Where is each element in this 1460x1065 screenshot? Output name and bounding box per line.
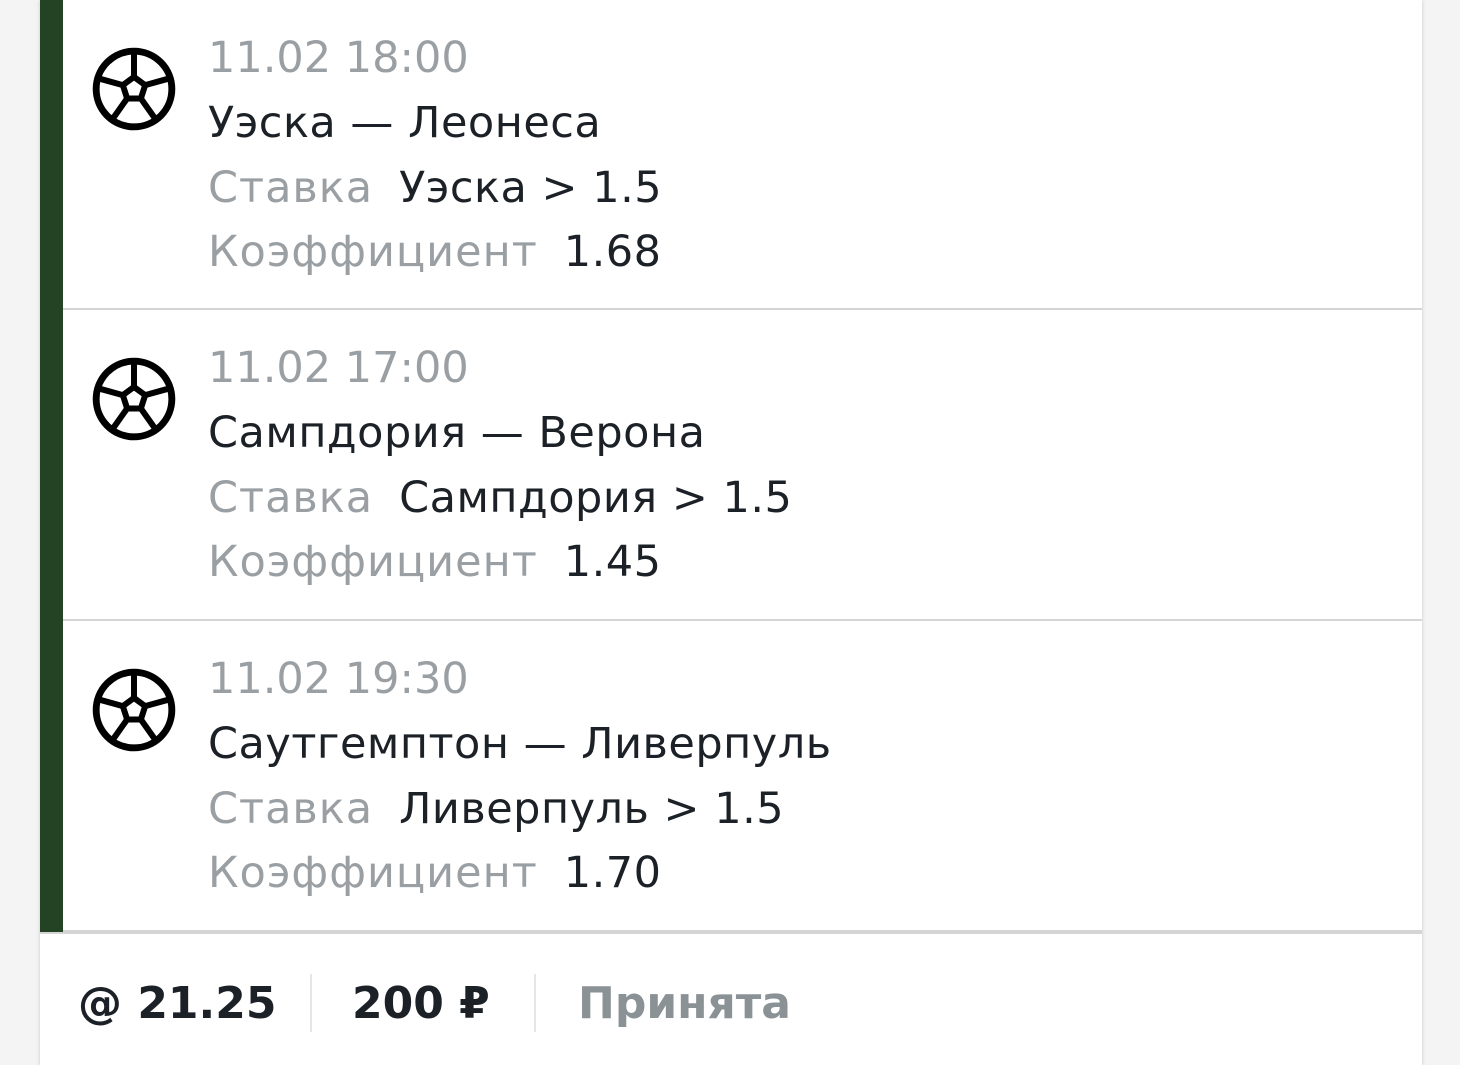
event-datetime: 11.02 18:00: [208, 33, 469, 83]
bet-value: Уэска > 1.5: [399, 163, 663, 213]
bet-card: 11.02 18:00 Уэска — Леонеса Ставка Уэска …: [40, 0, 1422, 1065]
status-accent-bar: [40, 0, 63, 932]
bet-value: Ливерпуль > 1.5: [399, 784, 785, 834]
coef-row: Коэффициент 1.70: [208, 841, 832, 905]
coef-value: 1.68: [563, 227, 662, 277]
event-teams: Уэска — Леонеса: [208, 98, 602, 148]
stake-amount: 200 ₽: [352, 978, 490, 1029]
coef-row: Коэффициент 1.68: [208, 220, 662, 284]
event-item[interactable]: 11.02 17:00 Сампдория — Верона Ставка Сам…: [63, 310, 1422, 621]
event-item[interactable]: 11.02 18:00 Уэска — Леонеса Ставка Уэска …: [63, 0, 1422, 310]
event-item[interactable]: 11.02 19:30 Саутгемптон — Ливерпуль Став…: [63, 621, 1422, 932]
bet-label: Ставка: [208, 163, 374, 213]
coef-label: Коэффициент: [208, 227, 538, 277]
coef-value: 1.45: [563, 537, 662, 587]
divider: [310, 974, 312, 1032]
bet-label: Ставка: [208, 473, 374, 523]
bet-label: Ставка: [208, 784, 374, 834]
bet-summary: @ 21.25 200 ₽ Принята: [40, 932, 1422, 1065]
bet-row: Ставка Ливерпуль > 1.5: [208, 777, 832, 841]
event-teams: Саутгемптон — Ливерпуль: [208, 719, 832, 769]
soccer-ball-icon: [91, 667, 177, 753]
status-badge: Принята: [578, 978, 791, 1029]
event-info: 11.02 17:00 Сампдория — Верона Ставка Сам…: [208, 340, 792, 594]
total-odds: @ 21.25: [78, 978, 277, 1029]
divider: [534, 974, 536, 1032]
bet-row: Ставка Уэска > 1.5: [208, 156, 662, 220]
event-teams: Сампдория — Верона: [208, 408, 706, 458]
coef-value: 1.70: [563, 848, 662, 898]
event-list: 11.02 18:00 Уэска — Леонеса Ставка Уэска …: [63, 0, 1422, 932]
bet-value: Сампдория > 1.5: [399, 473, 793, 523]
bet-row: Ставка Сампдория > 1.5: [208, 466, 792, 530]
coef-label: Коэффициент: [208, 848, 538, 898]
coef-row: Коэффициент 1.45: [208, 530, 792, 594]
event-datetime: 11.02 17:00: [208, 343, 469, 393]
event-info: 11.02 19:30 Саутгемптон — Ливерпуль Став…: [208, 651, 832, 905]
event-info: 11.02 18:00 Уэска — Леонеса Ставка Уэска …: [208, 30, 662, 284]
soccer-ball-icon: [91, 356, 177, 442]
coef-label: Коэффициент: [208, 537, 538, 587]
soccer-ball-icon: [91, 46, 177, 132]
event-datetime: 11.02 19:30: [208, 654, 469, 704]
